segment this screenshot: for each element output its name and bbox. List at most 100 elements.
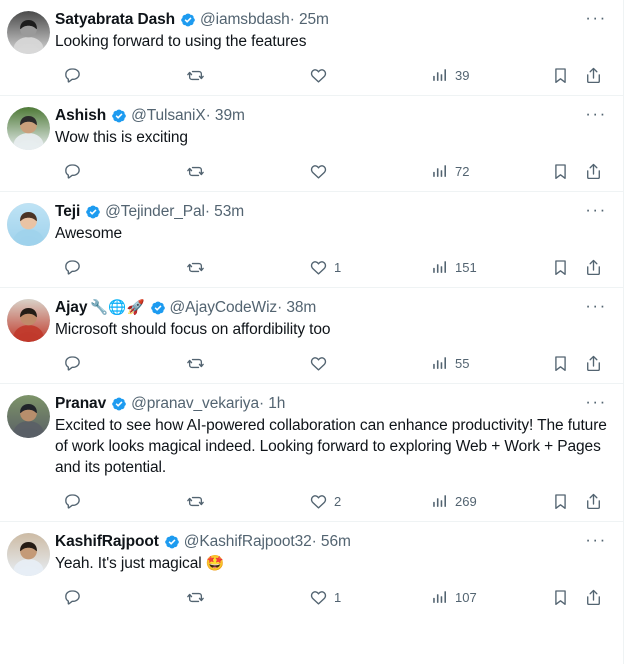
verified-badge-icon[interactable] xyxy=(85,204,101,220)
like-button[interactable] xyxy=(309,348,328,378)
verified-badge-icon[interactable] xyxy=(150,300,166,316)
timestamp[interactable]: · 39m xyxy=(206,106,245,126)
verified-badge-icon[interactable] xyxy=(111,108,127,124)
user-handle[interactable]: @TulsaniX xyxy=(131,106,206,126)
tweet-actions: 72 xyxy=(53,151,613,191)
views-count: 55 xyxy=(455,355,470,371)
tweet-body: Ashish @TulsaniX · 39m Wow this is excitin… xyxy=(55,106,623,191)
share-icon xyxy=(584,162,603,181)
tweet-header: KashifRajpoot @KashifRajpoot32 · 56m xyxy=(55,532,613,552)
display-name[interactable]: KashifRajpoot xyxy=(55,532,159,552)
user-handle[interactable]: @Tejinder_Pal xyxy=(105,202,205,222)
share-button[interactable] xyxy=(584,156,603,186)
display-name[interactable]: Ashish xyxy=(55,106,106,126)
avatar-ajay[interactable] xyxy=(7,299,50,342)
share-button[interactable] xyxy=(584,348,603,378)
share-button[interactable] xyxy=(584,60,603,90)
retweet-button[interactable] xyxy=(186,156,205,186)
user-handle[interactable]: @pranav_vekariya xyxy=(131,394,259,414)
tweet[interactable]: Teji @Tejinder_Pal · 53m Awesome 1 151 ··· xyxy=(0,192,623,288)
more-options-icon[interactable]: ··· xyxy=(583,201,609,224)
tweet-header: Teji @Tejinder_Pal · 53m xyxy=(55,202,613,222)
timestamp[interactable]: · 1h xyxy=(259,394,285,414)
views-count: 269 xyxy=(455,493,477,509)
retweet-button[interactable] xyxy=(186,252,205,282)
like-button[interactable]: 1 xyxy=(309,582,341,612)
bookmark-button[interactable] xyxy=(551,156,570,186)
avatar-pranav[interactable] xyxy=(7,395,50,438)
retweet-button[interactable] xyxy=(186,348,205,378)
retweet-button[interactable] xyxy=(186,582,205,612)
display-name[interactable]: Satyabrata Dash xyxy=(55,10,175,30)
share-button[interactable] xyxy=(584,582,603,612)
like-button[interactable]: 2 xyxy=(309,486,341,516)
more-options-icon[interactable]: ··· xyxy=(583,297,609,320)
reply-button[interactable] xyxy=(63,60,82,90)
share-button[interactable] xyxy=(584,486,603,516)
avatar-ashish[interactable] xyxy=(7,107,50,150)
views-button[interactable]: 151 xyxy=(431,252,477,282)
like-button[interactable] xyxy=(309,156,328,186)
retweet-button[interactable] xyxy=(186,486,205,516)
more-options-icon[interactable]: ··· xyxy=(583,9,609,32)
more-options-icon[interactable]: ··· xyxy=(583,531,609,554)
like-button[interactable] xyxy=(309,60,328,90)
timestamp[interactable]: · 53m xyxy=(205,202,244,222)
like-button[interactable]: 1 xyxy=(309,252,341,282)
reply-button[interactable] xyxy=(63,348,82,378)
avatar-column xyxy=(0,394,55,521)
retweet-button[interactable] xyxy=(186,60,205,90)
tweet[interactable]: Ajay 🔧🌐🚀 @AjayCodeWiz · 38m Microsoft shoul… xyxy=(0,288,623,384)
timestamp[interactable]: · 38m xyxy=(277,298,316,318)
user-handle[interactable]: @iamsbdash xyxy=(200,10,290,30)
tweet-feed: Satyabrata Dash @iamsbdash · 25m Looking f… xyxy=(0,0,640,664)
tweet-actions: 1 151 xyxy=(53,247,613,287)
reply-icon xyxy=(63,258,82,277)
verified-badge-icon[interactable] xyxy=(111,396,127,412)
avatar-kashifrajpoot[interactable] xyxy=(7,533,50,576)
bookmark-button[interactable] xyxy=(551,582,570,612)
share-button[interactable] xyxy=(584,252,603,282)
more-options-icon[interactable]: ··· xyxy=(583,393,609,416)
retweet-icon xyxy=(186,492,205,511)
views-button[interactable]: 55 xyxy=(431,348,469,378)
user-handle[interactable]: @KashifRajpoot32 xyxy=(184,532,312,552)
like-icon xyxy=(309,258,328,277)
like-icon xyxy=(309,162,328,181)
timestamp[interactable]: · 56m xyxy=(312,532,351,552)
tweet[interactable]: Ashish @TulsaniX · 39m Wow this is excitin… xyxy=(0,96,623,192)
timestamp[interactable]: · 25m xyxy=(290,10,329,30)
views-button[interactable]: 72 xyxy=(431,156,469,186)
tweet[interactable]: KashifRajpoot @KashifRajpoot32 · 56m Yeah.… xyxy=(0,522,623,617)
bookmark-button[interactable] xyxy=(551,60,570,90)
bookmark-button[interactable] xyxy=(551,486,570,516)
bookmark-button[interactable] xyxy=(551,252,570,282)
reply-button[interactable] xyxy=(63,156,82,186)
retweet-icon xyxy=(186,258,205,277)
display-name[interactable]: Ajay xyxy=(55,298,87,318)
user-handle[interactable]: @AjayCodeWiz xyxy=(170,298,278,318)
views-button[interactable]: 269 xyxy=(431,486,477,516)
views-button[interactable]: 39 xyxy=(431,60,469,90)
tweet[interactable]: Satyabrata Dash @iamsbdash · 25m Looking f… xyxy=(0,0,623,96)
display-name[interactable]: Pranav xyxy=(55,394,106,414)
bookmark-button[interactable] xyxy=(551,348,570,378)
tweet-actions: 2 269 xyxy=(53,481,613,521)
reply-button[interactable] xyxy=(63,486,82,516)
reply-button[interactable] xyxy=(63,582,82,612)
reply-button[interactable] xyxy=(63,252,82,282)
tweet-text: Awesome xyxy=(55,225,123,242)
tweet-actions: 39 xyxy=(53,55,613,95)
tweet-header: Ajay 🔧🌐🚀 @AjayCodeWiz · 38m xyxy=(55,298,613,318)
display-name[interactable]: Teji xyxy=(55,202,80,222)
like-count: 2 xyxy=(334,493,342,509)
tweet-text: Yeah. It's just magical 🤩 xyxy=(55,553,613,574)
verified-badge-icon[interactable] xyxy=(164,534,180,550)
views-button[interactable]: 107 xyxy=(431,582,477,612)
more-options-icon[interactable]: ··· xyxy=(583,105,609,128)
avatar-teji[interactable] xyxy=(7,203,50,246)
avatar-satyabrata-dash[interactable] xyxy=(7,11,50,54)
tweet-text-content: Yeah. It's just magical xyxy=(55,555,206,572)
verified-badge-icon[interactable] xyxy=(180,12,196,28)
tweet[interactable]: Pranav @pranav_vekariya · 1h Excited to se… xyxy=(0,384,623,522)
